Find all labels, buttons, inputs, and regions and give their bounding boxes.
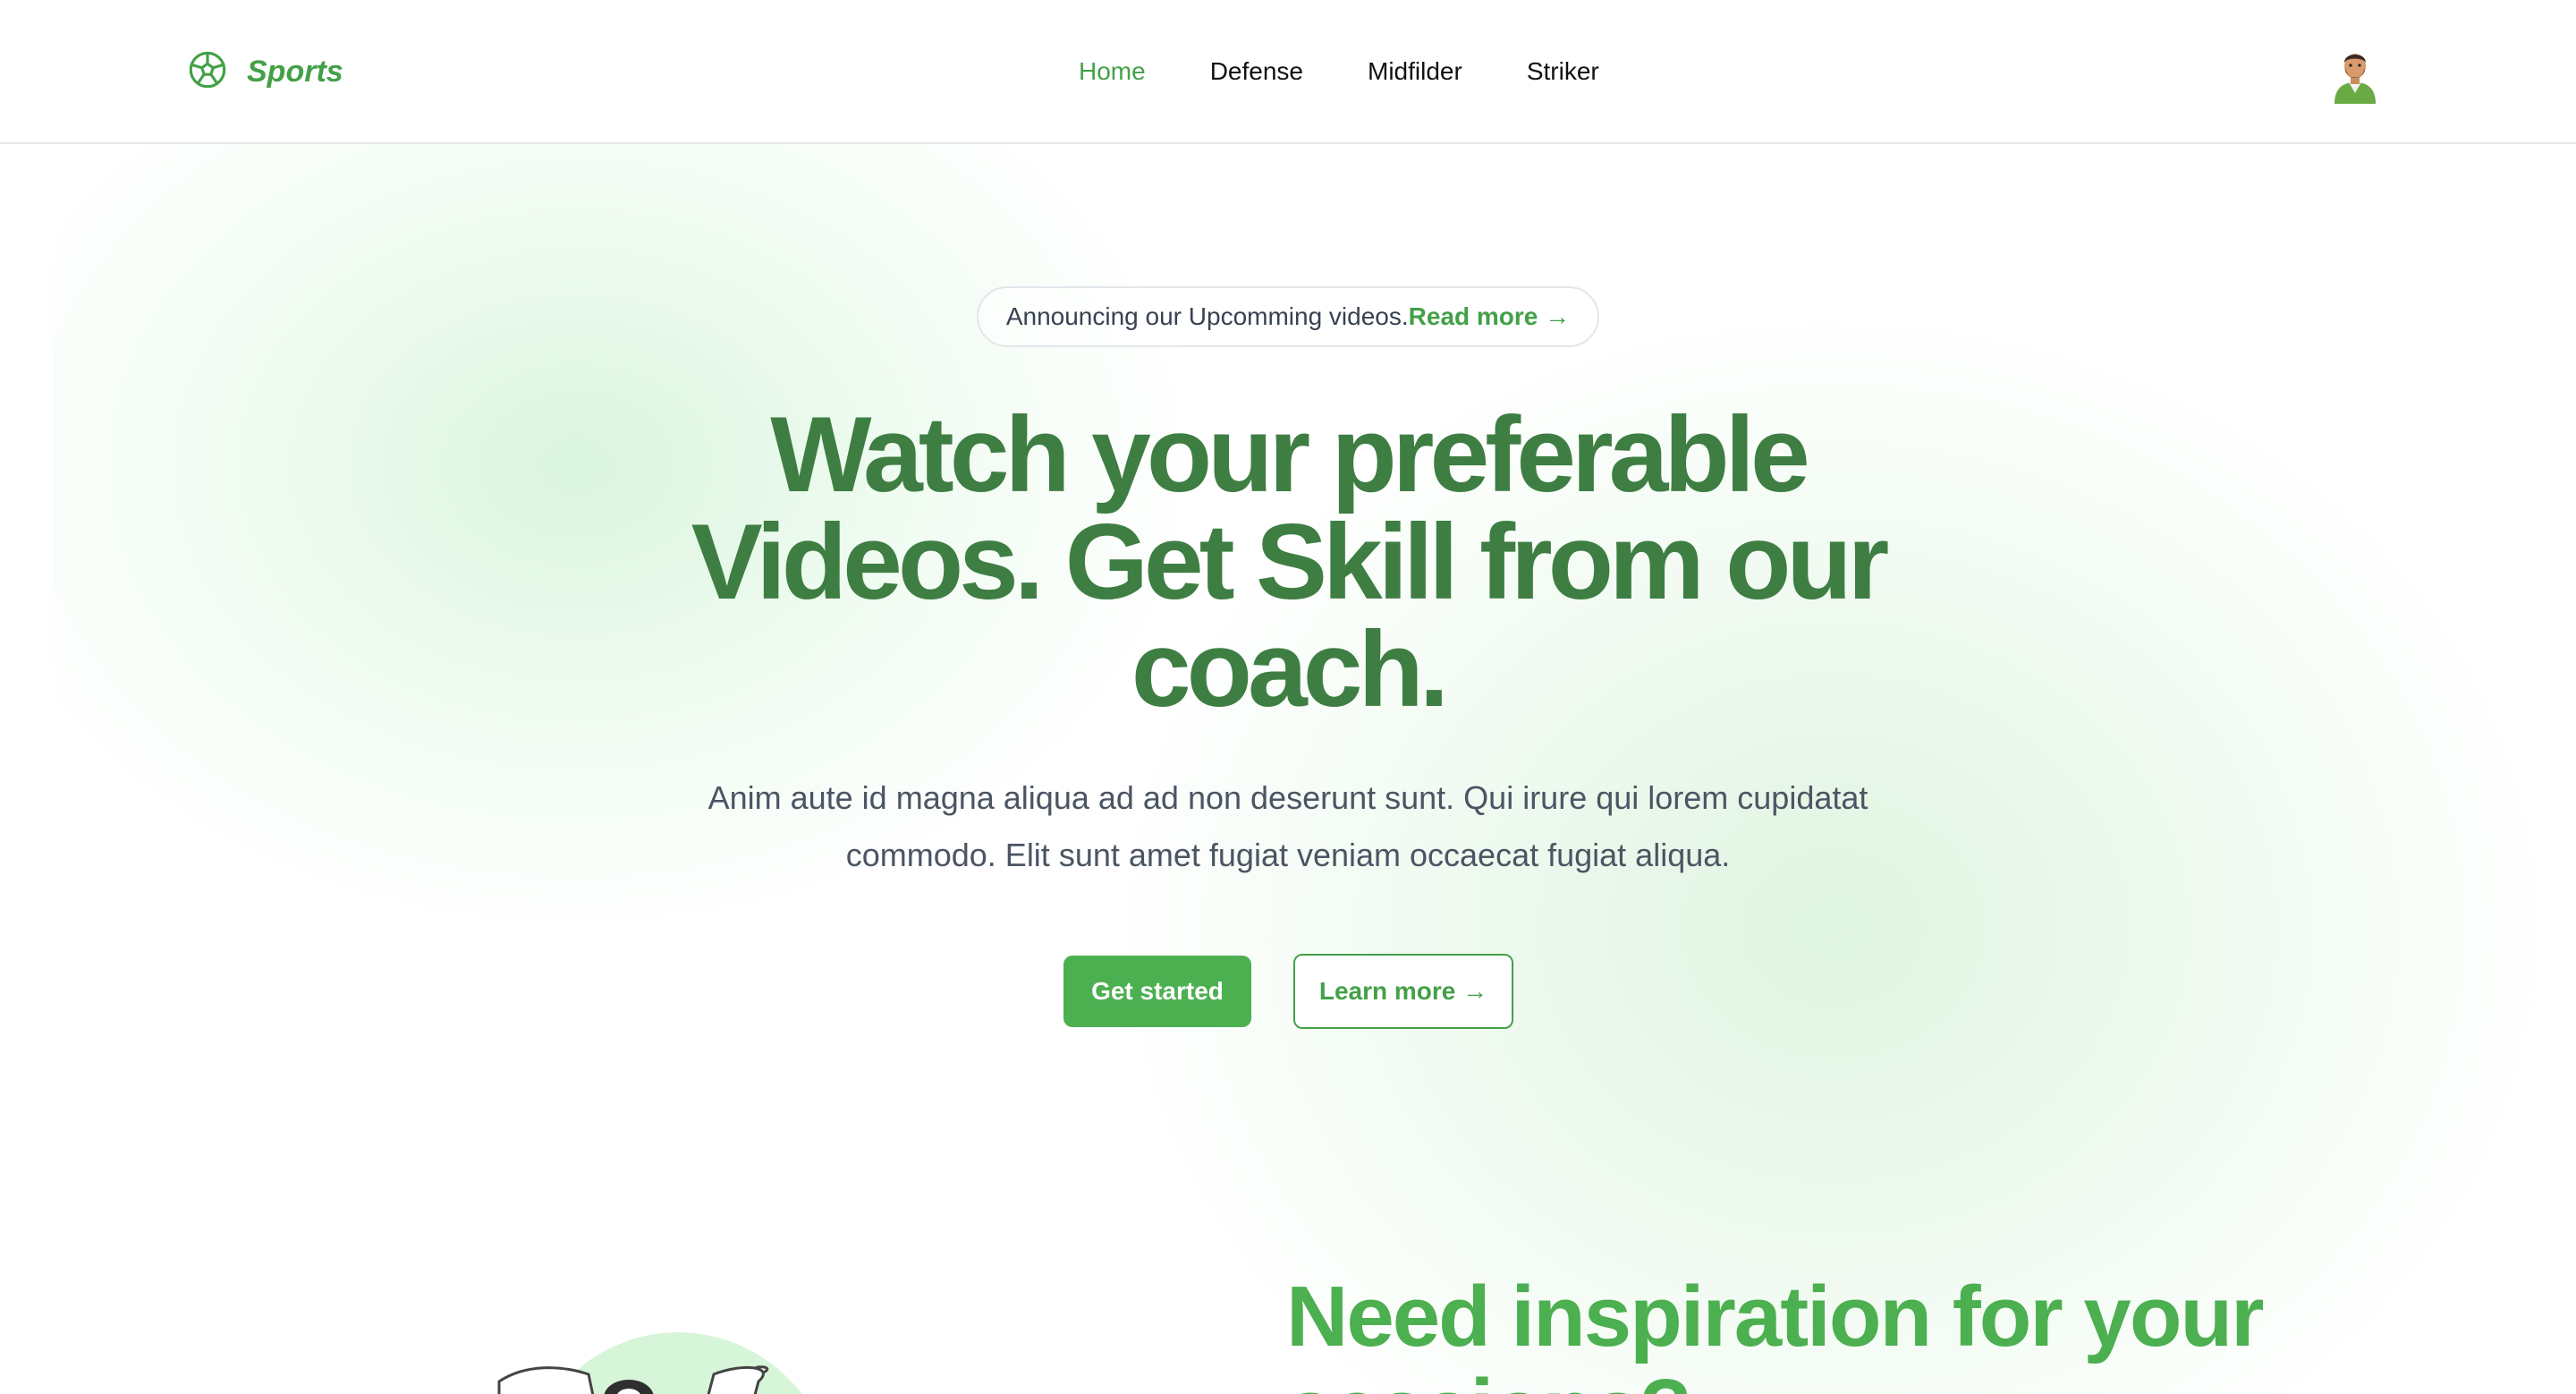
soccer-mascot-illustration (490, 1328, 812, 1394)
learn-more-button[interactable]: Learn more → (1293, 954, 1513, 1029)
brand-name: Sports (247, 54, 343, 89)
get-started-button[interactable]: Get started (1063, 956, 1251, 1027)
inspiration-title: Need inspiration for your sessions? (1286, 1271, 2360, 1394)
brand-logo[interactable]: Sports (188, 50, 343, 93)
hero-subtitle-line: Anim aute id magna aliqua ad ad non dese… (708, 779, 1868, 816)
announcement-pill: Announcing our Upcomming videos. Read mor… (977, 286, 1599, 347)
inspiration-title-line: sessions? (1286, 1364, 2360, 1394)
nav-item-defense[interactable]: Defense (1210, 57, 1303, 86)
main-nav: Home Defense Midfilder Striker (1079, 50, 1599, 93)
hero-title-line: coach. (1131, 609, 1449, 729)
nav-item-striker[interactable]: Striker (1527, 57, 1599, 86)
hero-title-line: Watch your preferable (770, 395, 1810, 514)
top-navbar: Sports Home Defense Midfilder Striker (0, 0, 2576, 144)
inspiration-title-line: Need inspiration for your (1286, 1269, 2264, 1364)
announcement-text: Announcing our Upcomming videos. (1005, 302, 1409, 330)
nav-item-home[interactable]: Home (1079, 57, 1146, 86)
hero-subtitle: Anim aute id magna aliqua ad ad non dese… (662, 769, 1914, 884)
nav-item-midfilder[interactable]: Midfilder (1368, 57, 1462, 86)
user-avatar-icon[interactable] (2329, 47, 2381, 104)
hero-subtitle-line: commodo. Elit sunt amet fugiat veniam oc… (845, 837, 1731, 873)
hero-title: Watch your preferable Videos. Get Skill … (572, 401, 2004, 723)
hero-title-line: Videos. Get Skill from our (691, 502, 1890, 622)
announcement-read-more-link[interactable]: Read more → (1409, 302, 1571, 331)
soccer-ball-icon (188, 50, 227, 94)
